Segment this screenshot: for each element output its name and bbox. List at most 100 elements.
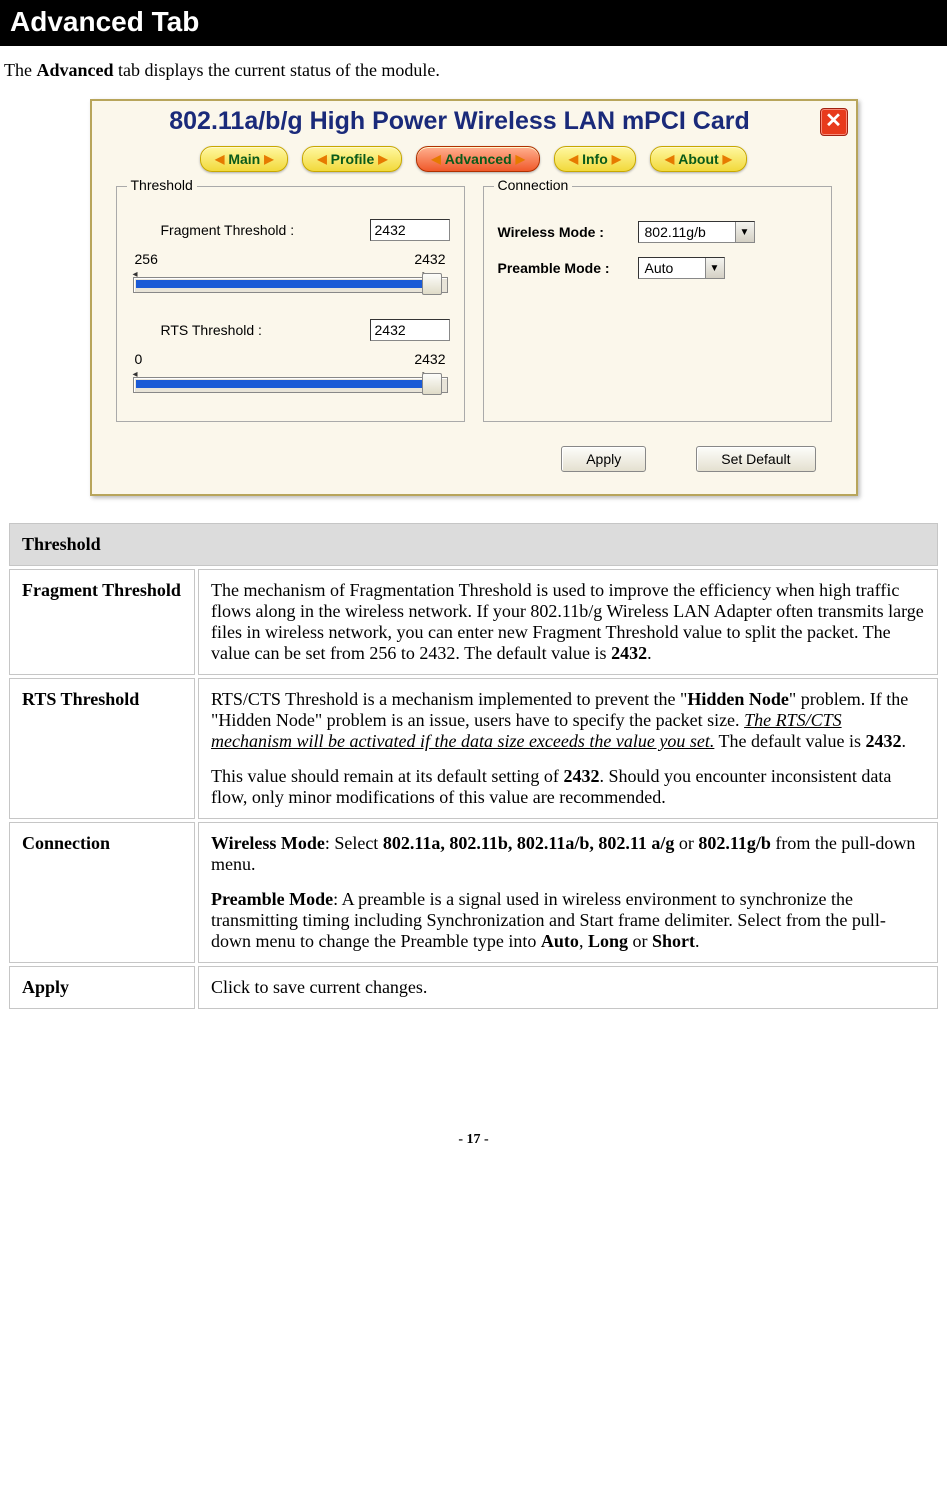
chevron-left-icon: ◀	[569, 152, 578, 166]
text-bold: 2432	[611, 643, 647, 663]
wireless-mode-select[interactable]: 802.11g/b ▼	[638, 221, 755, 243]
screenshot: 802.11a/b/g High Power Wireless LAN mPCI…	[90, 99, 858, 496]
fragment-slider[interactable]: ◂ ▸	[131, 267, 450, 307]
tab-label: About	[678, 151, 718, 167]
chevron-right-icon: ▶	[612, 152, 621, 166]
tab-info[interactable]: ◀ Info ▶	[554, 146, 636, 172]
button-row: Apply Set Default	[92, 440, 856, 494]
rts-threshold-input[interactable]: 2432	[370, 319, 450, 341]
set-default-button[interactable]: Set Default	[696, 446, 815, 472]
preamble-mode-row: Preamble Mode : Auto ▼	[498, 257, 817, 279]
chevron-right-icon: ▶	[264, 152, 273, 166]
tab-about[interactable]: ◀ About ▶	[650, 146, 747, 172]
connection-legend: Connection	[494, 177, 573, 193]
chevron-left-icon: ◀	[215, 152, 224, 166]
text: The default value is	[714, 731, 865, 751]
row-label: RTS Threshold	[9, 678, 195, 819]
slider-fill	[136, 380, 422, 388]
tab-label: Main	[228, 151, 260, 167]
close-button[interactable]: ✕	[820, 108, 848, 136]
rts-max: 2432	[414, 351, 445, 367]
text-bold: Short	[652, 931, 695, 951]
tab-label: Profile	[331, 151, 375, 167]
slider-fill	[136, 280, 422, 288]
fragment-min: 256	[135, 251, 158, 267]
fragment-threshold-row: Fragment Threshold : 2432	[131, 219, 450, 241]
intro-suffix: tab displays the current status of the m…	[114, 60, 440, 80]
chevron-left-icon: ◀	[665, 152, 674, 166]
dropdown-arrow-icon: ▼	[705, 258, 724, 278]
table-row: Fragment Threshold The mechanism of Frag…	[9, 569, 938, 675]
text: .	[647, 643, 652, 663]
text: or	[628, 931, 652, 951]
slider-thumb[interactable]	[422, 273, 442, 295]
text-bold: 2432	[865, 731, 901, 751]
table-row: RTS Threshold RTS/CTS Threshold is a mec…	[9, 678, 938, 819]
intro-bold: Advanced	[36, 60, 113, 80]
row-label: Connection	[9, 822, 195, 963]
intro-text: The Advanced tab displays the current st…	[0, 46, 947, 81]
text-bold: 802.11a, 802.11b, 802.11a/b, 802.11 a/g	[383, 833, 675, 853]
text-bold: Hidden Node	[687, 689, 789, 709]
chevron-right-icon: ▶	[723, 152, 732, 166]
wireless-mode-value: 802.11g/b	[639, 222, 735, 242]
wireless-mode-label: Wireless Mode :	[498, 224, 638, 240]
text-bold: Preamble Mode	[211, 889, 333, 909]
section-heading: Advanced Tab	[0, 0, 947, 46]
rts-threshold-label: RTS Threshold :	[131, 322, 370, 338]
text-bold: Wireless Mode	[211, 833, 325, 853]
row-desc: RTS/CTS Threshold is a mechanism impleme…	[198, 678, 938, 819]
panel-area: Threshold Fragment Threshold : 2432 256 …	[92, 186, 856, 440]
tab-advanced[interactable]: ◀ Advanced ▶	[416, 146, 539, 172]
text: : Select	[325, 833, 383, 853]
row-desc: Wireless Mode: Select 802.11a, 802.11b, …	[198, 822, 938, 963]
row-desc: Click to save current changes.	[198, 966, 938, 1009]
text: ,	[579, 931, 588, 951]
fragment-range: 256 2432	[131, 247, 450, 267]
apply-button[interactable]: Apply	[561, 446, 646, 472]
threshold-groupbox: Threshold Fragment Threshold : 2432 256 …	[116, 186, 465, 422]
text-bold: Long	[588, 931, 628, 951]
preamble-mode-value: Auto	[639, 258, 705, 278]
text-bold: 2432	[563, 766, 599, 786]
title-bar: 802.11a/b/g High Power Wireless LAN mPCI…	[92, 101, 856, 136]
preamble-mode-select[interactable]: Auto ▼	[638, 257, 725, 279]
chevron-right-icon: ▶	[516, 152, 525, 166]
text: RTS/CTS Threshold is a mechanism impleme…	[211, 689, 687, 709]
fragment-threshold-input[interactable]: 2432	[370, 219, 450, 241]
wireless-mode-row: Wireless Mode : 802.11g/b ▼	[498, 221, 817, 243]
chevron-right-icon: ▶	[378, 152, 387, 166]
tab-bar: ◀ Main ▶ ◀Profile▶ ◀ Advanced ▶ ◀ Info ▶ ◀ Abou…	[92, 136, 856, 186]
app-title: 802.11a/b/g High Power Wireless LAN mPCI…	[100, 107, 820, 136]
intro-prefix: The	[4, 60, 36, 80]
fragment-max: 2432	[414, 251, 445, 267]
rts-slider[interactable]: ◂ ▸	[131, 367, 450, 407]
row-label: Fragment Threshold	[9, 569, 195, 675]
app-window: 802.11a/b/g High Power Wireless LAN mPCI…	[90, 99, 858, 496]
row-label: Apply	[9, 966, 195, 1009]
tab-main[interactable]: ◀ Main ▶	[200, 146, 288, 172]
slider-thumb[interactable]	[422, 373, 442, 395]
chevron-left-icon: ◀	[431, 152, 440, 166]
tab-label: Advanced	[445, 151, 512, 167]
tab-profile[interactable]: ◀Profile▶	[302, 146, 402, 172]
connection-groupbox: Connection Wireless Mode : 802.11g/b ▼ P…	[483, 186, 832, 422]
text: .	[901, 731, 906, 751]
page-number: - 17 -	[0, 1132, 947, 1160]
table-row: Connection Wireless Mode: Select 802.11a…	[9, 822, 938, 963]
rts-threshold-row: RTS Threshold : 2432	[131, 319, 450, 341]
fragment-threshold-label: Fragment Threshold :	[131, 222, 370, 238]
text: or	[674, 833, 698, 853]
preamble-mode-label: Preamble Mode :	[498, 260, 638, 276]
description-table: Threshold Fragment Threshold The mechani…	[6, 520, 941, 1012]
text: This value should remain at its default …	[211, 766, 563, 786]
dropdown-arrow-icon: ▼	[735, 222, 754, 242]
text-bold: 802.11g/b	[698, 833, 771, 853]
rts-min: 0	[135, 351, 143, 367]
row-desc: The mechanism of Fragmentation Threshold…	[198, 569, 938, 675]
table-row: Apply Click to save current changes.	[9, 966, 938, 1009]
tab-label: Info	[582, 151, 608, 167]
text-bold: Auto	[541, 931, 579, 951]
table-header: Threshold	[9, 523, 938, 566]
text: The mechanism of Fragmentation Threshold…	[211, 580, 924, 663]
